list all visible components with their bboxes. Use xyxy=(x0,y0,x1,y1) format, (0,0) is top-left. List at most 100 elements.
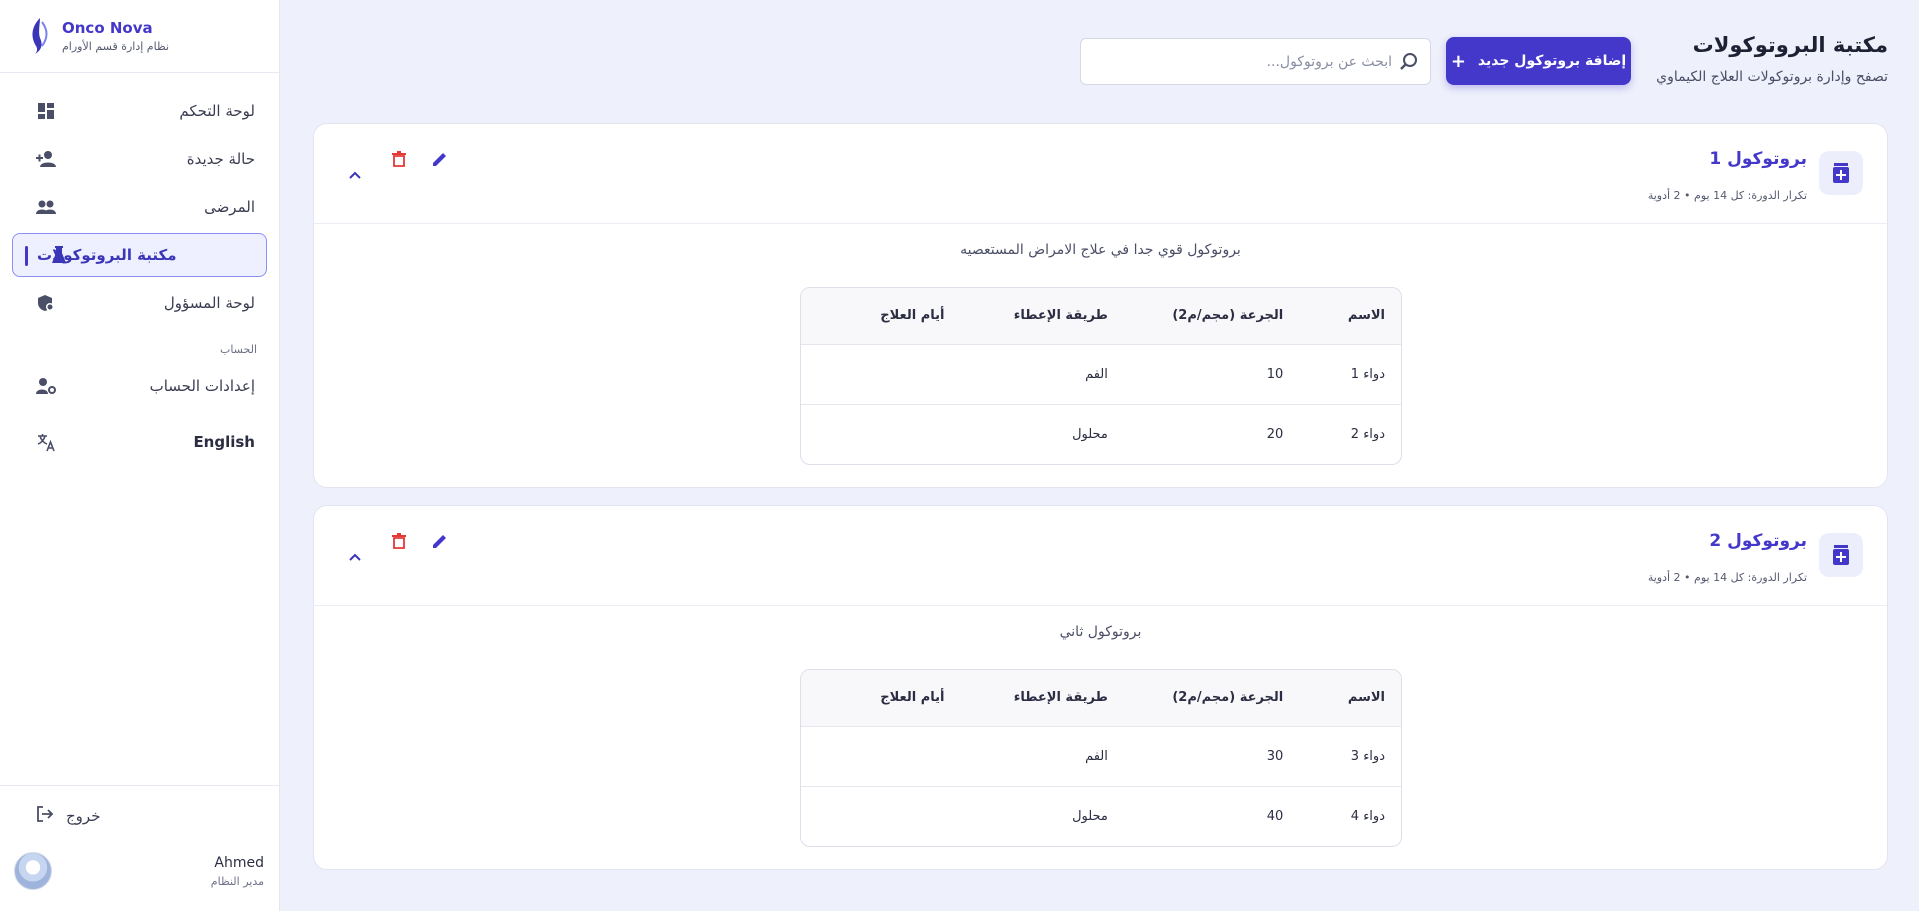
protocol-card-header[interactable]: بروتوكول 1 تكرار الدورة: كل 14 يوم • 2 أ… xyxy=(314,124,1887,224)
medication-icon xyxy=(1819,151,1863,195)
column-header: الجرعة (مجم/م2) xyxy=(1123,288,1300,345)
column-header: أيام العلاج xyxy=(801,288,961,345)
delete-button[interactable] xyxy=(386,146,412,172)
column-header: أيام العلاج xyxy=(801,670,961,727)
edit-button[interactable] xyxy=(427,146,453,172)
drug-dose: 30 xyxy=(1123,726,1300,787)
search-icon xyxy=(1400,52,1417,70)
table-row: دواء 1 10 الفم xyxy=(801,344,1401,405)
trash-icon xyxy=(392,151,406,167)
sidebar-item-label: لوحة التحكم xyxy=(179,102,255,120)
protocol-description: بروتوكول ثاني xyxy=(1059,624,1142,640)
sidebar-footer: خروج Ahmed مدير النظام xyxy=(0,785,280,911)
people-icon xyxy=(36,197,56,217)
protocol-card-header[interactable]: بروتوكول 2 تكرار الدورة: كل 14 يوم • 2 أ… xyxy=(314,506,1887,606)
sidebar-item-label: English xyxy=(193,433,255,451)
drug-days xyxy=(801,786,960,846)
table-header-row: الاسم الجرعة (مجم/م2) طريقة الإعطاء أيام… xyxy=(801,288,1401,345)
person-add-icon xyxy=(36,149,56,169)
page-subtitle: تصفح وإدارة بروتوكولات العلاج الكيماوي xyxy=(1656,69,1888,85)
sidebar: Onco Nova نظام إدارة قسم الأورام لوحة ال… xyxy=(0,0,280,911)
logo-icon xyxy=(32,18,48,54)
protocol-meta: تكرار الدورة: كل 14 يوم • 2 أدوية xyxy=(1647,571,1807,584)
add-protocol-button[interactable]: + إضافة بروتوكول جديد xyxy=(1446,37,1631,85)
drug-dose: 20 xyxy=(1266,426,1284,442)
collapse-button[interactable] xyxy=(342,544,368,570)
column-header: الجرعة (مجم/م2) xyxy=(1123,670,1300,727)
logout-icon xyxy=(36,805,54,827)
sidebar-nav: لوحة التحكم حالة جديدة المرضى مكتبة البر… xyxy=(0,73,279,464)
drug-name: دواء 3 xyxy=(1299,726,1401,787)
drug-route: الفم xyxy=(960,726,1124,787)
brand-name: Onco Nova xyxy=(62,19,153,37)
sidebar-item-label: حالة جديدة xyxy=(186,150,255,168)
column-header: طريقة الإعطاء xyxy=(960,288,1124,345)
collapse-button[interactable] xyxy=(342,162,368,188)
chevron-up-icon xyxy=(349,553,361,561)
logout-label: خروج xyxy=(66,807,101,825)
pencil-icon xyxy=(433,535,446,548)
sidebar-item-label: لوحة المسؤول xyxy=(163,294,255,312)
column-header: طريقة الإعطاء xyxy=(960,670,1124,727)
main-content: مكتبة البروتوكولات تصفح وإدارة بروتوكولا… xyxy=(313,0,1888,911)
protocol-description: بروتوكول قوي جدا في علاج الامراض المستعص… xyxy=(960,242,1241,258)
admin-shield-icon xyxy=(36,293,56,313)
plus-icon: + xyxy=(1450,50,1466,72)
drug-days xyxy=(801,344,961,405)
sidebar-item-dashboard[interactable]: لوحة التحكم xyxy=(12,89,267,133)
drug-route: محلول xyxy=(1072,426,1108,442)
drug-days xyxy=(801,404,960,464)
logout-button[interactable]: خروج xyxy=(0,786,280,846)
flask-icon xyxy=(49,245,69,265)
sidebar-item-admin-panel[interactable]: لوحة المسؤول xyxy=(12,281,267,325)
manage-account-icon xyxy=(36,376,56,396)
avatar xyxy=(14,852,52,890)
drug-name: دواء 1 xyxy=(1299,344,1401,405)
language-toggle[interactable]: English xyxy=(12,420,267,464)
sidebar-item-new-case[interactable]: حالة جديدة xyxy=(12,137,267,181)
table-header-row: الاسم الجرعة (مجم/م2) طريقة الإعطاء أيام… xyxy=(801,670,1401,727)
user-profile[interactable]: Ahmed مدير النظام xyxy=(0,846,280,896)
trash-icon xyxy=(392,533,406,549)
sidebar-item-account-settings[interactable]: إعدادات الحساب xyxy=(12,364,267,408)
drug-days xyxy=(801,726,961,787)
protocol-title: بروتوكول 1 xyxy=(1709,149,1807,169)
pencil-icon xyxy=(433,153,446,166)
drug-route: محلول xyxy=(1072,808,1108,824)
page-title: مكتبة البروتوكولات xyxy=(1692,33,1888,57)
chevron-up-icon xyxy=(349,171,361,179)
table-row: دواء 3 30 الفم xyxy=(801,726,1401,787)
sidebar-item-label: المرضى xyxy=(204,198,255,216)
column-header: الاسم xyxy=(1299,288,1401,345)
drug-dose: 40 xyxy=(1266,808,1284,824)
column-header: الاسم xyxy=(1299,670,1401,727)
table-row: دواء 2 20 محلول xyxy=(801,404,1401,464)
protocol-title: بروتوكول 2 xyxy=(1709,531,1807,551)
table-row: دواء 4 40 محلول xyxy=(801,786,1401,846)
delete-button[interactable] xyxy=(386,528,412,554)
sidebar-item-label: إعدادات الحساب xyxy=(149,377,255,395)
drug-route: الفم xyxy=(960,344,1124,405)
drug-name: دواء 4 xyxy=(1350,808,1385,824)
sidebar-item-protocol-library[interactable]: مكتبة البروتوكولات xyxy=(12,233,267,277)
brand[interactable]: Onco Nova نظام إدارة قسم الأورام xyxy=(0,0,279,73)
add-protocol-label: إضافة بروتوكول جديد xyxy=(1477,53,1627,69)
protocol-card: بروتوكول 2 تكرار الدورة: كل 14 يوم • 2 أ… xyxy=(313,505,1888,870)
protocol-meta: تكرار الدورة: كل 14 يوم • 2 أدوية xyxy=(1647,189,1807,202)
medication-icon xyxy=(1819,533,1863,577)
dashboard-icon xyxy=(36,101,56,121)
protocol-card: بروتوكول 1 تكرار الدورة: كل 14 يوم • 2 أ… xyxy=(313,123,1888,488)
translate-icon xyxy=(36,432,56,452)
search-input[interactable] xyxy=(1095,39,1392,84)
account-section-label: الحساب xyxy=(219,343,257,356)
drug-dose: 10 xyxy=(1123,344,1300,405)
user-role: مدير النظام xyxy=(210,874,264,888)
sidebar-item-patients[interactable]: المرضى xyxy=(12,185,267,229)
drug-table: الاسم الجرعة (مجم/م2) طريقة الإعطاء أيام… xyxy=(800,287,1402,465)
drug-table: الاسم الجرعة (مجم/م2) طريقة الإعطاء أيام… xyxy=(800,669,1402,847)
user-name: Ahmed xyxy=(214,854,264,871)
drug-name: دواء 2 xyxy=(1350,426,1385,442)
search-box[interactable] xyxy=(1080,38,1431,85)
edit-button[interactable] xyxy=(427,528,453,554)
brand-subtitle: نظام إدارة قسم الأورام xyxy=(62,40,170,53)
